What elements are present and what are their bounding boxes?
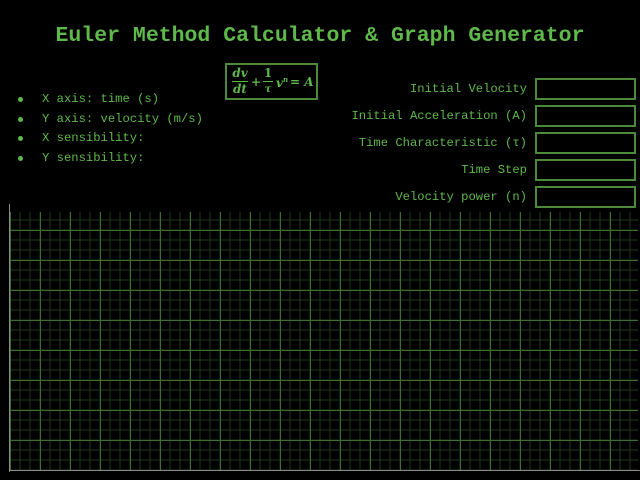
list-item-x-sensibility: X sensibility: [16,129,203,149]
initial-acceleration-input[interactable] [535,105,636,127]
list-item-label: X sensibility: [42,131,145,145]
formula-n: n [282,75,289,84]
bullet-dot-icon [18,155,23,161]
bullet-dot-icon [18,97,23,102]
formula-dt: dt [233,82,247,96]
field-row-initial-acceleration: Initial Acceleration (A) [351,105,636,127]
graph-canvas[interactable] [10,212,638,470]
initial-velocity-input[interactable] [535,78,636,100]
formula-dv-dt: dv dt [232,67,248,96]
y-axis-line [9,204,10,472]
formula-dv: dv [232,66,248,80]
velocity-power-input[interactable] [535,186,636,208]
initial-velocity-label: Initial Velocity [409,82,527,96]
initial-acceleration-label: Initial Acceleration (A) [351,109,527,123]
time-step-input[interactable] [535,159,636,181]
list-item-y-sensibility: Y sensibility: [16,149,203,169]
time-step-label: Time Step [461,163,527,177]
field-row-time-step: Time Step [461,159,636,181]
list-item-y-axis: Y axis: velocity (m/s) [16,110,203,130]
euler-formula: dv dt + 1 τ vn = A [225,63,318,100]
formula-plus: + [251,75,262,89]
field-row-time-characteristic: Time Characteristic (τ) [359,132,636,154]
time-characteristic-label: Time Characteristic (τ) [358,136,527,150]
formula-tau: τ [264,84,272,95]
fraction-bar [263,81,273,82]
list-item-label: X axis: time (s) [42,92,160,106]
list-item-label: Y sensibility: [42,150,145,165]
page-title: Euler Method Calculator & Graph Generato… [55,24,585,48]
x-axis-line [9,470,640,471]
axis-info-list: X axis: time (s) Y axis: velocity (m/s) … [16,90,203,168]
time-characteristic-input[interactable] [535,132,636,154]
list-item-label: Y axis: velocity (m/s) [42,111,203,126]
bullet-dot-icon [18,116,23,122]
field-row-initial-velocity: Initial Velocity [410,78,636,100]
field-row-velocity-power: Velocity power (n) [395,186,636,208]
formula-v: v [276,76,283,90]
list-item-x-axis: X axis: time (s) [16,90,203,110]
formula-v-power-n: vn [276,75,288,90]
bullet-dot-icon [18,136,23,141]
formula-one: 1 [263,66,273,80]
formula-equals-a: = A [290,75,314,89]
velocity-power-label: Velocity power (n) [395,190,527,204]
formula-one-over-tau: 1 τ [263,67,273,96]
